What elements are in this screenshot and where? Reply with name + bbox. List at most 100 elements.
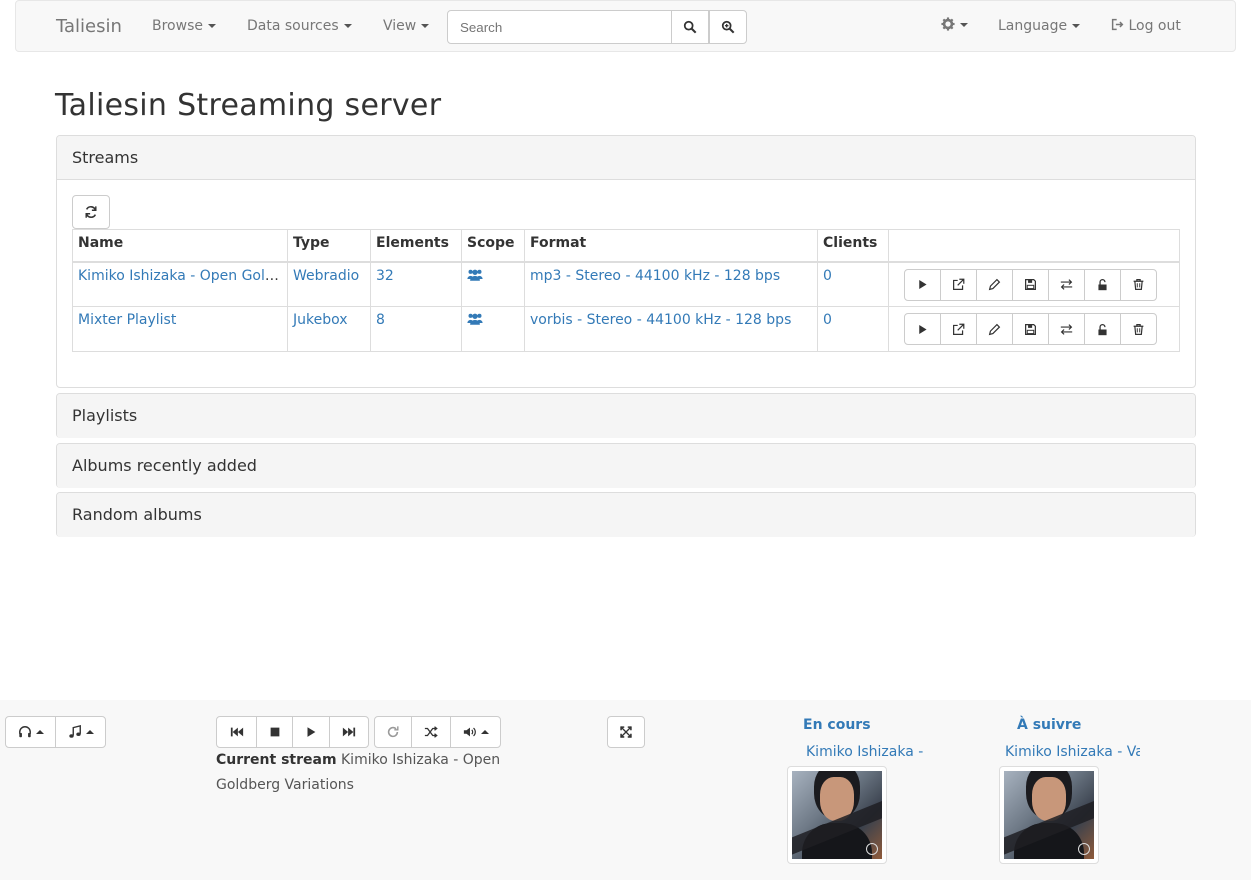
- table-row: Mixter Playlist Jukebox 8 vorbis - Stereo -…: [72, 306, 1180, 352]
- stream-type-link[interactable]: Jukebox: [293, 312, 348, 328]
- chevron-down-icon: [421, 24, 430, 28]
- playlists-panel: Playlists: [56, 393, 1196, 438]
- data-sources-label: Data sources: [247, 18, 339, 34]
- delete-button[interactable]: [1120, 313, 1157, 345]
- pencil-icon: [988, 323, 1001, 335]
- music-icon: [68, 725, 81, 738]
- repeat-button[interactable]: [374, 716, 412, 748]
- trash-icon: [1133, 279, 1144, 290]
- external-link-icon: [953, 323, 965, 335]
- stream-scope-link[interactable]: [467, 313, 483, 329]
- logout-link[interactable]: Log out: [1111, 18, 1181, 34]
- rename-button[interactable]: [976, 313, 1013, 345]
- volume-up-icon: [463, 727, 476, 737]
- volume-button[interactable]: [450, 716, 501, 748]
- current-stream-label: Current stream: [216, 752, 337, 768]
- next-cover[interactable]: [999, 766, 1099, 864]
- switch-button[interactable]: [1048, 313, 1085, 345]
- chevron-down-icon: [207, 24, 216, 28]
- rename-button[interactable]: [976, 268, 1013, 301]
- transfer-icon: [1060, 279, 1073, 290]
- column-header-type: Type: [287, 229, 371, 263]
- chevron-up-icon: [480, 730, 489, 734]
- trash-icon: [1133, 323, 1144, 335]
- page-title: Taliesin Streaming server: [55, 88, 442, 123]
- stream-format-link[interactable]: mp3 - Stereo - 44100 kHz - 128 bps: [530, 268, 780, 284]
- users-icon: [467, 313, 483, 325]
- play-button[interactable]: [292, 716, 330, 748]
- data-sources-menu[interactable]: Data sources: [247, 18, 352, 34]
- browse-menu[interactable]: Browse: [152, 18, 216, 34]
- sign-out-icon: [1111, 18, 1124, 31]
- playlists-panel-heading[interactable]: Playlists: [57, 394, 1195, 438]
- stream-name-link[interactable]: Mixter Playlist: [78, 312, 176, 328]
- stream-clients-link[interactable]: 0: [823, 312, 832, 328]
- stream-scope-link[interactable]: [467, 269, 483, 285]
- chevron-down-icon: [343, 24, 352, 28]
- next-button[interactable]: [329, 716, 369, 748]
- stream-actions: [904, 268, 1174, 301]
- lock-button[interactable]: [1084, 268, 1121, 301]
- logout-label: Log out: [1128, 18, 1181, 34]
- delete-button[interactable]: [1120, 268, 1157, 301]
- now-playing-track[interactable]: Kimiko Ishizaka -: [806, 744, 926, 760]
- stream-clients-link[interactable]: 0: [823, 268, 832, 284]
- repeat-icon: [387, 726, 399, 738]
- stream-type-link[interactable]: Webradio: [293, 268, 359, 284]
- next-track[interactable]: Kimiko Ishizaka - Va: [1005, 744, 1140, 760]
- next-title: À suivre: [1017, 717, 1082, 733]
- external-link-icon: [953, 278, 965, 290]
- column-header-name: Name: [72, 229, 288, 263]
- now-playing-title: En cours: [803, 717, 871, 733]
- pencil-icon: [988, 278, 1001, 291]
- column-header-format: Format: [524, 229, 818, 263]
- chevron-up-icon: [35, 730, 44, 734]
- stream-elements-link[interactable]: 8: [376, 312, 385, 328]
- view-menu[interactable]: View: [383, 18, 430, 34]
- language-menu[interactable]: Language: [998, 18, 1081, 34]
- stream-elements-link[interactable]: 32: [376, 268, 394, 284]
- fullscreen-button[interactable]: [607, 716, 645, 748]
- lock-button[interactable]: [1084, 313, 1121, 345]
- settings-menu[interactable]: [941, 17, 968, 33]
- save-button[interactable]: [1012, 313, 1049, 345]
- play-stream-button[interactable]: [904, 313, 941, 345]
- refresh-button[interactable]: [72, 195, 110, 229]
- column-header-clients: Clients: [817, 229, 889, 263]
- brand-link[interactable]: Taliesin: [56, 16, 122, 37]
- table-header-row: Name Type Elements Scope Format Clients: [72, 229, 1180, 263]
- fast-backward-icon: [230, 727, 243, 737]
- open-external-button[interactable]: [940, 268, 977, 301]
- random-icon: [424, 726, 438, 738]
- view-label: View: [383, 18, 417, 34]
- random-albums-panel-heading[interactable]: Random albums: [57, 493, 1195, 537]
- open-external-button[interactable]: [940, 313, 977, 345]
- save-button[interactable]: [1012, 268, 1049, 301]
- stream-name-link[interactable]: Kimiko Ishizaka - Open Goldberg Variatio…: [78, 268, 287, 284]
- advanced-search-button[interactable]: [709, 10, 747, 44]
- stream-format-link[interactable]: vorbis - Stereo - 44100 kHz - 128 bps: [530, 312, 791, 328]
- unlock-icon: [1098, 278, 1107, 291]
- now-playing-cover[interactable]: [787, 766, 887, 864]
- language-label: Language: [998, 18, 1068, 34]
- shuffle-button[interactable]: [411, 716, 451, 748]
- users-icon: [467, 269, 483, 281]
- transfer-icon: [1060, 323, 1073, 335]
- zoom-in-icon: [721, 20, 735, 34]
- streams-panel-heading[interactable]: Streams: [57, 136, 1195, 180]
- random-albums-panel: Random albums: [56, 492, 1196, 537]
- player-select-button[interactable]: [5, 716, 56, 748]
- stream-select-button[interactable]: [55, 716, 106, 748]
- play-stream-button[interactable]: [904, 268, 941, 301]
- navbar: Taliesin Browse Data sources View Langua…: [15, 0, 1236, 52]
- search-button[interactable]: [671, 10, 709, 44]
- refresh-icon: [85, 206, 97, 218]
- stop-button[interactable]: [256, 716, 293, 748]
- streams-panel: Streams Name Type Elements Scope Format …: [56, 135, 1196, 388]
- switch-button[interactable]: [1048, 268, 1085, 301]
- albums-recent-panel-heading[interactable]: Albums recently added: [57, 444, 1195, 488]
- player-bar: Current stream Kimiko Ishizaka - Open Go…: [0, 700, 1251, 880]
- search-input[interactable]: [447, 10, 672, 44]
- floppy-disk-icon: [1025, 279, 1036, 290]
- previous-button[interactable]: [216, 716, 257, 748]
